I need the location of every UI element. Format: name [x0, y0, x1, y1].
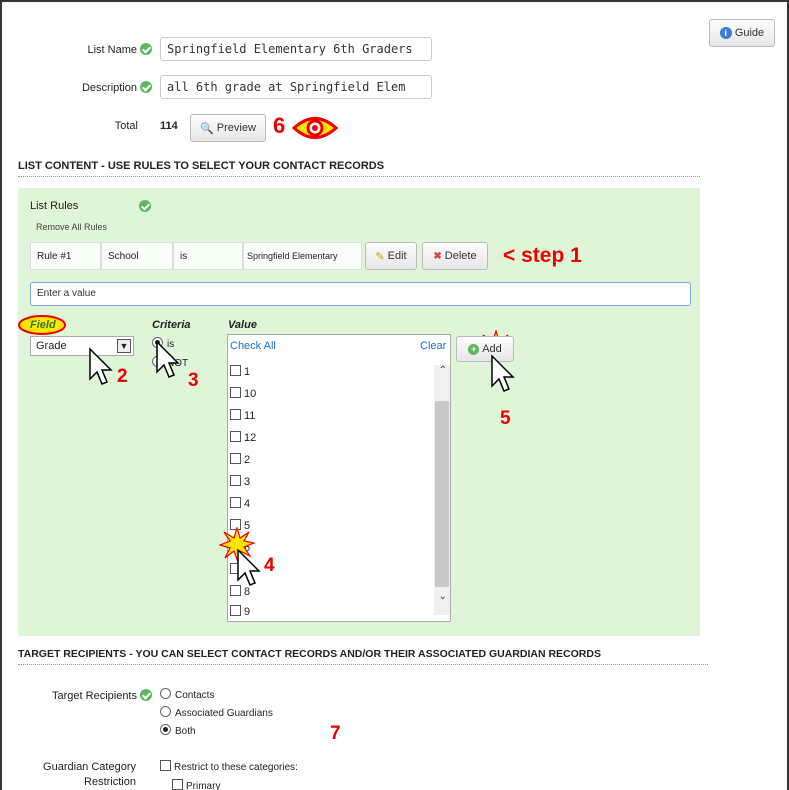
rule-field: School	[101, 242, 173, 270]
cursor-arrow-icon	[156, 340, 180, 378]
value-option[interactable]: 1	[230, 365, 250, 378]
value-option[interactable]: 10	[230, 387, 256, 400]
description-field[interactable]: all 6th grade at Springfield Elem	[160, 75, 432, 99]
guide-label: Guide	[734, 27, 765, 39]
check-circle-icon	[140, 43, 152, 55]
checkbox-icon	[172, 779, 183, 790]
plus-circle-icon: +	[468, 343, 480, 355]
clear-link[interactable]: Clear	[420, 340, 446, 352]
cursor-arrow-icon	[89, 347, 113, 385]
list-content-heading: LIST CONTENT - USE RULES TO SELECT YOUR …	[18, 160, 700, 177]
cursor-arrow-icon	[237, 548, 261, 586]
chevron-down-icon: ▼	[117, 339, 131, 353]
criteria-header: Criteria	[152, 319, 191, 331]
scroll-up-icon[interactable]: ⌃	[439, 365, 447, 376]
value-option[interactable]: 4	[230, 497, 250, 510]
scroll-down-icon[interactable]: ⌄	[439, 591, 447, 602]
pencil-icon: ✎	[375, 250, 385, 263]
check-circle-icon	[140, 81, 152, 93]
restrict-categories-checkbox[interactable]: Restrict to these categories:	[160, 760, 298, 773]
annotation-2: 2	[117, 366, 128, 387]
checkbox-icon	[230, 453, 241, 464]
description-label: Description	[40, 81, 152, 94]
rule-number: Rule #1	[30, 242, 101, 270]
guardian-category-label: Guardian Category Restriction	[43, 761, 136, 788]
preview-label: Preview	[216, 122, 256, 134]
field-header: Field	[30, 319, 56, 331]
target-option-contacts[interactable]: Contacts	[160, 688, 214, 701]
checkbox-icon	[230, 431, 241, 442]
annotation-step1: < step 1	[503, 244, 582, 267]
value-option[interactable]: 9	[230, 605, 250, 618]
value-option[interactable]: 12	[230, 431, 256, 444]
list-name-field[interactable]: Springfield Elementary 6th Graders	[160, 37, 432, 61]
edit-rule-button[interactable]: ✎ Edit	[365, 242, 417, 270]
target-recipients-label: Target Recipients	[20, 689, 152, 702]
info-icon: i	[719, 27, 732, 39]
value-input[interactable]: Enter a value	[30, 282, 691, 306]
checkbox-icon	[160, 760, 171, 771]
remove-all-rules-link[interactable]: Remove All Rules	[36, 222, 107, 232]
checkbox-icon	[230, 605, 241, 616]
rule-operator: is	[173, 242, 243, 270]
list-rules-label: List Rules	[30, 200, 79, 212]
check-circle-icon	[139, 200, 151, 212]
checkbox-icon	[230, 365, 241, 376]
edit-label: Edit	[387, 250, 407, 262]
checkbox-icon	[230, 475, 241, 486]
annotation-7: 7	[330, 723, 341, 744]
preview-button[interactable]: 🔍 Preview	[190, 114, 266, 142]
list-name-label: List Name	[40, 43, 152, 56]
rule-value: Springfield Elementary	[243, 242, 362, 270]
cursor-arrow-icon	[491, 354, 515, 392]
check-circle-icon	[140, 689, 152, 701]
annotation-5: 5	[500, 408, 511, 429]
checkbox-icon	[230, 409, 241, 420]
field-selected-value: Grade	[36, 340, 67, 352]
radio-icon	[160, 706, 171, 717]
magnifier-icon: 🔍	[200, 122, 214, 135]
primary-category-checkbox[interactable]: Primary	[172, 779, 220, 790]
delete-label: Delete	[444, 250, 477, 262]
total-label: Total	[114, 120, 138, 132]
value-option[interactable]: 11	[230, 409, 255, 422]
target-recipients-heading: TARGET RECIPIENTS - YOU CAN SELECT CONTA…	[18, 648, 708, 665]
radio-icon	[160, 724, 171, 735]
eye-icon	[292, 117, 338, 139]
value-option[interactable]: 3	[230, 475, 250, 488]
total-value: 114	[160, 120, 178, 132]
annotation-3: 3	[188, 370, 199, 391]
annotation-4: 4	[264, 555, 275, 576]
field-select[interactable]: Grade ▼	[30, 336, 134, 356]
checkbox-icon	[230, 497, 241, 508]
delete-rule-button[interactable]: ✖ Delete	[422, 242, 488, 270]
value-option[interactable]: 2	[230, 453, 250, 466]
target-option-both[interactable]: Both	[160, 724, 196, 737]
guide-button[interactable]: i Guide	[709, 19, 775, 47]
x-icon: ✖	[433, 250, 442, 262]
check-all-link[interactable]: Check All	[230, 340, 276, 352]
value-header: Value	[228, 319, 257, 331]
checkbox-icon	[230, 387, 241, 398]
target-option-guardians[interactable]: Associated Guardians	[160, 706, 273, 719]
radio-icon	[160, 688, 171, 699]
annotation-6: 6	[273, 113, 286, 138]
scrollbar-thumb[interactable]	[435, 401, 449, 587]
